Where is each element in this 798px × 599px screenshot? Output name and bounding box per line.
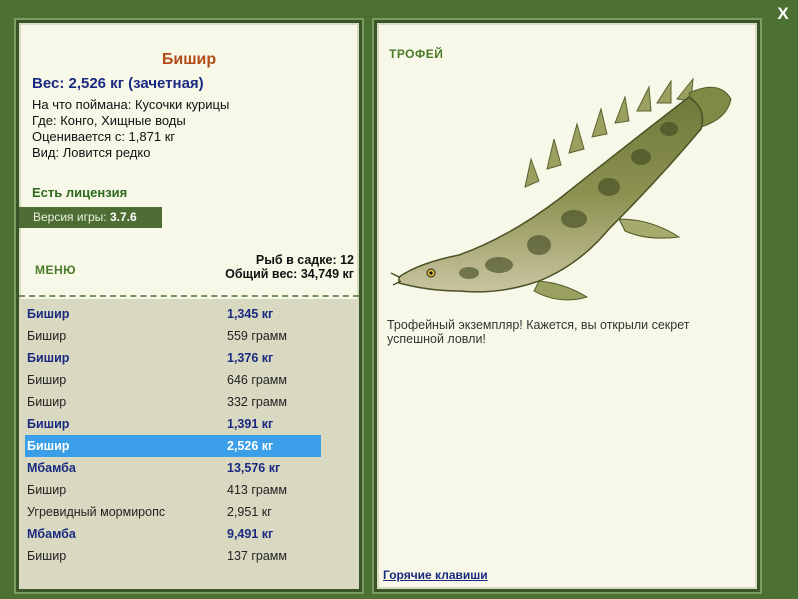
catch-name: Бишир: [27, 329, 67, 343]
catch-weight: 1,391 кг: [227, 417, 274, 431]
catch-weight: 646 грамм: [227, 373, 287, 387]
catch-row[interactable]: Бишир 1,345 кг: [25, 303, 321, 325]
catch-row[interactable]: Бишир 332 грамм: [25, 391, 321, 413]
keepnet-summary: Рыб в садке: 12 Общий вес: 34,749 кг: [225, 253, 354, 281]
license-status: Есть лицензия: [32, 185, 128, 200]
rarity-info: Вид: Ловится редко: [32, 145, 151, 160]
catch-name: Бишир: [27, 417, 70, 431]
catch-weight: 1,345 кг: [227, 307, 274, 321]
catch-list[interactable]: Бишир 1,345 кг Бишир 559 грамм Бишир 1,376 кг…: [19, 299, 359, 589]
catch-weight: 559 грамм: [227, 329, 287, 343]
catch-row[interactable]: Бишир 1,391 кг: [25, 413, 321, 435]
catch-row[interactable]: Мбамба 13,576 кг: [25, 457, 321, 479]
catch-row[interactable]: Бишир 646 грамм: [25, 369, 321, 391]
close-button[interactable]: X: [774, 4, 792, 24]
version-label: Версия игры:: [33, 210, 107, 224]
catch-name: Мбамба: [27, 461, 76, 475]
catch-weight: 413 грамм: [227, 483, 287, 497]
catch-weight: 332 грамм: [227, 395, 287, 409]
version-value: 3.7.6: [109, 210, 137, 224]
catch-name: Бишир: [27, 483, 67, 497]
catch-weight: 13,576 кг: [227, 461, 281, 475]
catch-row[interactable]: Бишир 413 грамм: [25, 479, 321, 501]
hotkeys-link[interactable]: Горячие клавиши: [383, 568, 488, 582]
fish-count: Рыб в садке: 12: [255, 253, 354, 267]
catch-name: Бишир: [27, 307, 70, 321]
catch-name: Бишир: [27, 439, 70, 453]
bichir-fish-image: [390, 77, 732, 301]
location-info: Где: Конго, Хищные воды: [32, 113, 186, 128]
catch-name: Бишир: [27, 549, 67, 563]
fish-info-panel: Бишир Вес: 2,526 кг (зачетная) На что по…: [14, 18, 364, 594]
trophy-description: Трофейный экземпляр! Кажется, вы открыли…: [387, 318, 690, 346]
catch-row-selected[interactable]: Бишир 2,526 кг: [25, 435, 321, 457]
divider: [19, 295, 359, 297]
trophy-panel: ТРОФЕЙ Трофейный экземпляр! Кажется, вы …: [372, 18, 762, 594]
bait-info: На что поймана: Кусочки курицы: [32, 97, 230, 112]
catch-name: Бишир: [27, 395, 67, 409]
catch-weight: 2,951 кг: [227, 505, 272, 519]
catch-weight: 2,526 кг: [227, 439, 274, 453]
game-version: Версия игры: 3.7.6: [19, 207, 162, 228]
catch-row[interactable]: Угревидный мормиропс 2,951 кг: [25, 501, 321, 523]
catch-row[interactable]: Бишир 137 грамм: [25, 545, 321, 567]
valued-from-info: Оценивается с: 1,871 кг: [32, 129, 176, 144]
catch-name: Бишир: [27, 351, 70, 365]
menu-button[interactable]: МЕНЮ: [35, 263, 76, 277]
catch-row[interactable]: Бишир 559 грамм: [25, 325, 321, 347]
catch-name: Мбамба: [27, 527, 76, 541]
catch-weight: 9,491 кг: [227, 527, 274, 541]
fish-weight: Вес: 2,526 кг (зачетная): [32, 75, 204, 92]
trophy-header: ТРОФЕЙ: [389, 47, 444, 61]
catch-name: Угревидный мормиропс: [27, 505, 166, 519]
catch-row[interactable]: Мбамба 9,491 кг: [25, 523, 321, 545]
catch-weight: 137 грамм: [227, 549, 287, 563]
catch-row[interactable]: Бишир 1,376 кг: [25, 347, 321, 369]
catch-name: Бишир: [27, 373, 67, 387]
total-weight: Общий вес: 34,749 кг: [225, 267, 354, 281]
fish-title: Бишир: [161, 51, 217, 68]
catch-weight: 1,376 кг: [227, 351, 274, 365]
